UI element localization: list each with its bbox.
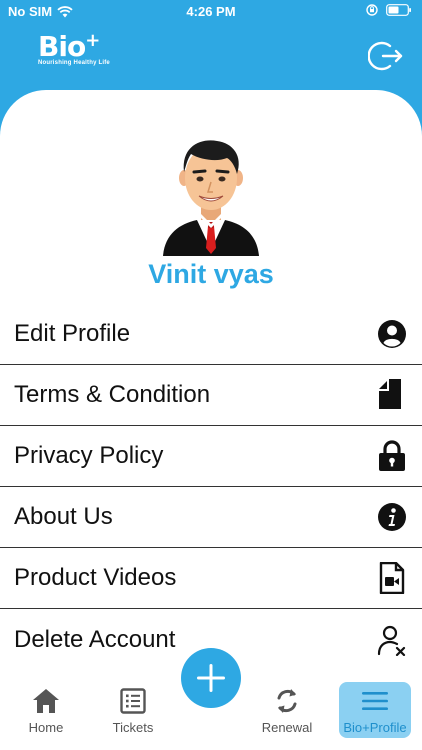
orientation-lock-icon — [366, 4, 378, 16]
video-file-icon — [376, 562, 408, 594]
user-circle-icon — [376, 318, 408, 350]
add-button[interactable] — [181, 648, 241, 708]
tab-tickets[interactable]: Tickets — [97, 686, 169, 742]
menu-item-terms-condition[interactable]: Terms & Condition — [0, 365, 422, 426]
logo-tagline: Nourishing Healthy Life — [38, 60, 110, 66]
tab-label: Home — [28, 720, 64, 735]
tab-home[interactable]: Home — [10, 686, 82, 742]
tab-label: Tickets — [112, 720, 154, 735]
logo-plus: + — [85, 30, 100, 51]
user-avatar — [163, 140, 259, 256]
menu-item-about-us[interactable]: About Us — [0, 487, 422, 548]
menu-item-privacy-policy[interactable]: Privacy Policy — [0, 426, 422, 487]
profile-menu: Edit Profile Terms & Condition Privacy P… — [0, 304, 422, 670]
tab-renewal[interactable]: Renewal — [251, 686, 323, 742]
tab-bio-profile[interactable]: Bio+Profile — [339, 682, 411, 738]
user-remove-icon — [376, 624, 408, 656]
plus-icon — [197, 664, 225, 692]
menu-item-label: Delete Account — [14, 625, 176, 653]
user-name: Vinit vyas — [148, 259, 274, 289]
bio-plus-logo: Bio+ Nourishing Healthy Life — [38, 30, 110, 66]
menu-icon — [360, 686, 390, 716]
document-icon — [376, 379, 408, 411]
list-icon — [118, 686, 148, 716]
app-header: Bio+ Nourishing Healthy Life — [0, 24, 422, 84]
status-bar: No SIM 4:26 PM — [0, 0, 422, 24]
menu-item-label: Terms & Condition — [14, 381, 211, 408]
menu-item-label: Edit Profile — [14, 320, 131, 347]
tab-label: Renewal — [261, 720, 313, 735]
logo-wordmark: Bio+ — [38, 30, 110, 63]
logout-icon[interactable] — [368, 38, 404, 74]
refresh-icon — [272, 686, 302, 716]
menu-item-label: About Us — [14, 503, 113, 530]
logo-text: Bio — [38, 30, 86, 63]
menu-item-edit-profile[interactable]: Edit Profile — [0, 304, 422, 365]
tab-label: Bio+Profile — [343, 720, 407, 735]
status-right — [366, 4, 412, 16]
status-time: 4:26 PM — [186, 4, 236, 19]
battery-icon — [386, 4, 411, 16]
menu-item-label: Privacy Policy — [14, 442, 164, 469]
info-icon — [376, 501, 408, 533]
home-icon — [31, 686, 61, 716]
lock-icon — [376, 440, 408, 472]
menu-item-label: Product Videos — [14, 564, 177, 591]
menu-item-product-videos[interactable]: Product Videos — [0, 548, 422, 609]
